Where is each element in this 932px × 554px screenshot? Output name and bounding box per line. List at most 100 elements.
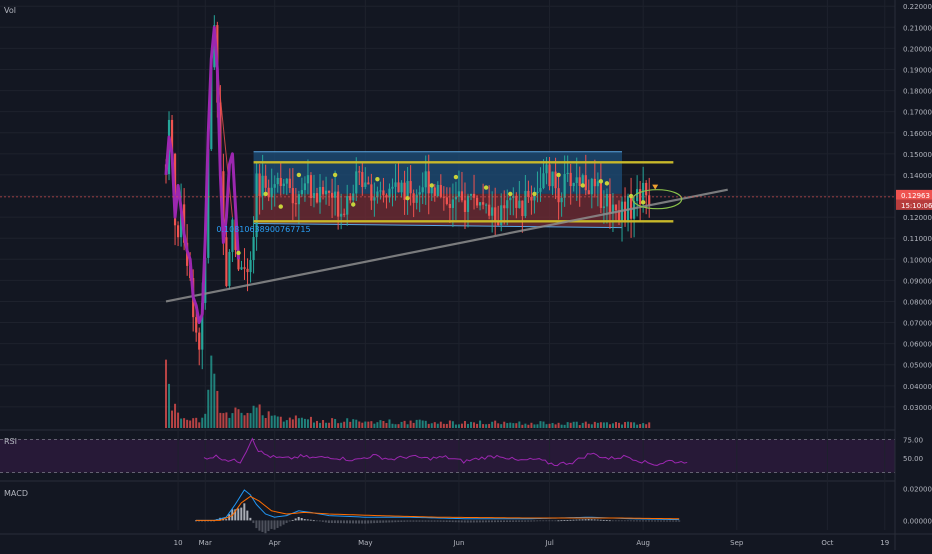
candle-body: [343, 213, 346, 215]
volume-bar: [482, 424, 485, 428]
volume-bar: [300, 417, 303, 428]
macd-histogram-bar: [539, 520, 542, 522]
macd-histogram-bar: [533, 520, 536, 522]
macd-histogram-bar: [246, 510, 249, 521]
volume-bar: [279, 416, 282, 428]
volume-bar: [243, 415, 246, 428]
macd-histogram-bar: [333, 520, 336, 524]
time-tick-label: Aug: [636, 539, 650, 547]
volume-bar: [494, 420, 497, 428]
macd-histogram-bar: [249, 517, 252, 521]
macd-histogram-bar: [297, 516, 300, 521]
macd-histogram-bar: [602, 519, 605, 521]
price-tick-label: 0.12000: [903, 214, 932, 222]
macd-histogram-bar: [394, 520, 397, 523]
candle-body: [291, 188, 294, 204]
volume-bar: [171, 410, 174, 428]
candle-body: [584, 175, 587, 191]
time-tick-label: 19: [880, 539, 889, 547]
volume-bar: [285, 420, 288, 428]
macd-histogram-bar: [506, 520, 509, 522]
macd-histogram-bar: [596, 519, 599, 521]
volume-bar: [409, 420, 412, 428]
candle-body: [463, 200, 467, 212]
volume-bar: [231, 413, 234, 428]
macd-histogram-bar: [279, 520, 282, 527]
macd-histogram-bar: [451, 520, 454, 523]
macd-histogram-bar: [463, 520, 466, 523]
chart[interactable]: 0.10810638900767715 0.22000 0.21000 0.2000…: [0, 0, 932, 550]
volume-bar: [276, 416, 279, 428]
volume-bar: [527, 424, 530, 428]
volume-bar: [334, 418, 337, 428]
signal-dot: [375, 176, 380, 182]
macd-histogram-bar: [364, 520, 367, 524]
chart-canvas[interactable]: 0.10810638900767715 0.22000 0.21000 0.2000…: [0, 0, 932, 550]
volume-bar: [406, 424, 409, 428]
macd-histogram-bar: [666, 520, 669, 522]
volume-bar: [642, 423, 645, 428]
candle-body: [403, 182, 406, 201]
macd-histogram-bar: [566, 520, 569, 521]
volume-bar: [418, 419, 421, 428]
volume-bar: [530, 422, 533, 428]
volume-bar: [436, 423, 439, 428]
price-tick-label: 0.14000: [903, 172, 932, 180]
volume-bar: [340, 422, 343, 428]
macd-histogram-bar: [509, 520, 512, 522]
macd-histogram-bar: [675, 520, 678, 522]
volume-bar: [584, 421, 587, 428]
macd-histogram-bar: [430, 520, 433, 522]
macd-histogram-bar: [243, 503, 246, 521]
volume-bar: [316, 420, 318, 428]
volume-bar: [500, 424, 503, 428]
macd-histogram-bar: [391, 520, 394, 523]
volume-bar: [430, 423, 433, 428]
volume-bar: [533, 424, 536, 428]
volume-bar: [400, 421, 403, 428]
volume-bar: [578, 425, 581, 428]
macd-histogram-bar: [472, 520, 475, 523]
candle-body: [321, 187, 325, 195]
volume-bar: [593, 421, 596, 428]
volume-bar: [264, 418, 267, 428]
macd-histogram-bar: [599, 519, 602, 521]
volume-bar: [219, 412, 222, 428]
candle-body: [557, 188, 560, 203]
candle-body: [240, 267, 243, 270]
candle-body: [491, 207, 494, 216]
time-tick-label: Sep: [730, 539, 744, 547]
signal-dot: [598, 179, 604, 184]
volume-bar: [457, 424, 460, 428]
volume-bar: [476, 423, 479, 428]
price-tick-label: 0.07000: [903, 320, 932, 328]
candle-body: [433, 187, 436, 196]
rsi-tick-label: 75.00: [903, 436, 923, 444]
price-tick-label: 0.04000: [903, 383, 932, 391]
volume-bar: [180, 418, 183, 428]
candle-body: [306, 175, 310, 184]
macd-histogram-bar: [412, 520, 415, 522]
volume-bar: [599, 422, 602, 428]
macd-histogram-bar: [240, 507, 243, 521]
candle-body: [590, 178, 593, 195]
candle-body: [270, 187, 273, 198]
candle-body: [243, 267, 246, 269]
macd-histogram-bar: [367, 520, 370, 524]
macd-histogram-bar: [563, 520, 566, 521]
volume-bar: [282, 421, 285, 428]
macd-histogram-bar: [605, 520, 608, 521]
volume-bar: [424, 420, 427, 428]
macd-histogram-bar: [433, 520, 436, 522]
volume-bar: [198, 422, 201, 428]
macd-histogram-bar: [487, 520, 490, 523]
volume-bar: [364, 421, 367, 428]
price-tick-label: 0.09000: [903, 277, 932, 285]
signal-dot: [429, 183, 434, 188]
candle-body: [285, 178, 288, 184]
candle-body: [569, 172, 572, 187]
volume-bar: [566, 422, 569, 428]
signal-dot: [236, 250, 241, 256]
volume-bar: [270, 415, 273, 428]
macd-histogram-bar: [678, 520, 681, 522]
